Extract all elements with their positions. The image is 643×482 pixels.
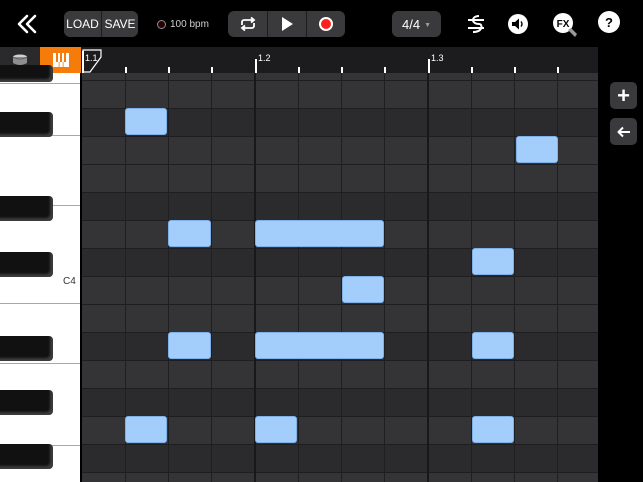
time-signature-button[interactable]: 4/4 ▼ <box>392 11 441 37</box>
note-block[interactable] <box>472 332 514 359</box>
play-button[interactable] <box>267 11 306 37</box>
black-key[interactable] <box>0 112 53 137</box>
grid-row-dark <box>82 388 598 416</box>
grid-hline <box>82 472 598 473</box>
tempo-label: 100 bpm <box>170 18 209 30</box>
note-block[interactable] <box>168 332 211 359</box>
grid-hline <box>82 388 598 389</box>
grid-vline <box>168 73 169 482</box>
volume-button[interactable] <box>505 11 531 37</box>
help-label: ? <box>605 14 613 30</box>
grid-row-dark <box>82 444 598 472</box>
load-button[interactable]: LOAD <box>64 11 101 37</box>
note-block[interactable] <box>472 416 514 443</box>
black-key[interactable] <box>0 390 53 415</box>
double-chevron-left-icon <box>17 14 37 34</box>
tempo-button[interactable]: 100 bpm <box>157 16 209 32</box>
grid-hline <box>82 276 598 277</box>
octave-label: C4 <box>63 276 76 287</box>
note-block[interactable] <box>255 332 384 359</box>
black-key[interactable] <box>0 65 53 82</box>
grid-vline <box>384 73 385 482</box>
black-key[interactable] <box>0 336 53 361</box>
black-key[interactable] <box>0 444 53 469</box>
loop-icon <box>240 16 255 32</box>
record-icon <box>319 17 333 31</box>
grid-hline <box>82 164 598 165</box>
ruler-label: 1.2 <box>258 53 271 63</box>
white-key-divider <box>0 303 80 304</box>
timeline-ruler[interactable]: 1.1 1.2 1.3 <box>81 47 598 73</box>
ruler-label: 1.3 <box>431 53 444 63</box>
top-toolbar: LOAD SAVE 100 bpm 4/4 ▼ FX ? <box>0 0 643 47</box>
grid-bar-line <box>427 73 429 482</box>
collapse-button[interactable] <box>610 118 637 145</box>
mixer-button[interactable] <box>463 11 489 37</box>
grid-vline <box>298 73 299 482</box>
grid-row-dark <box>82 192 598 220</box>
note-block[interactable] <box>255 220 384 247</box>
add-track-button[interactable]: + <box>610 82 637 109</box>
note-block[interactable] <box>125 416 167 443</box>
grid-hline <box>82 192 598 193</box>
right-panel <box>598 47 643 482</box>
grid-hline <box>82 304 598 305</box>
fx-icon: FX <box>553 13 577 37</box>
grid-vline <box>557 73 558 482</box>
ruler-tick <box>428 59 430 73</box>
grid-hline <box>82 360 598 361</box>
fx-label: FX <box>557 19 570 30</box>
note-block[interactable] <box>472 248 514 275</box>
playhead-marker[interactable] <box>82 49 102 73</box>
white-key-divider <box>0 83 80 84</box>
grid-hline <box>82 248 598 249</box>
grid-hline <box>82 80 598 81</box>
play-icon <box>282 17 293 31</box>
save-button[interactable]: SAVE <box>101 11 138 37</box>
piano-roll-grid[interactable] <box>82 73 598 482</box>
sliders-icon <box>468 15 484 33</box>
note-block[interactable] <box>168 220 211 247</box>
record-button[interactable] <box>306 11 345 37</box>
piano-keyboard[interactable]: C4 <box>0 65 81 482</box>
black-key[interactable] <box>0 252 53 277</box>
note-block[interactable] <box>342 276 384 303</box>
back-button[interactable] <box>14 11 40 37</box>
transport-group <box>228 11 345 37</box>
chevron-down-icon: ▼ <box>424 21 431 29</box>
time-signature-label: 4/4 <box>401 16 421 32</box>
white-key-divider <box>0 363 80 364</box>
ruler-tick <box>255 59 257 73</box>
loop-button[interactable] <box>228 11 267 37</box>
piano-keys-icon <box>52 53 69 67</box>
grid-vline <box>211 73 212 482</box>
grid-row-dark <box>82 248 598 276</box>
speaker-icon <box>508 14 528 34</box>
fx-button[interactable]: FX <box>549 10 579 40</box>
grid-vline <box>514 73 515 482</box>
plus-icon: + <box>617 82 630 108</box>
note-block[interactable] <box>255 416 297 443</box>
arrow-left-icon <box>617 126 630 137</box>
help-button[interactable]: ? <box>598 11 620 33</box>
load-save-group: LOAD SAVE <box>64 11 138 37</box>
note-block[interactable] <box>516 136 558 163</box>
note-block[interactable] <box>125 108 167 135</box>
tempo-indicator <box>157 19 166 29</box>
grid-hline <box>82 444 598 445</box>
black-key[interactable] <box>0 196 53 221</box>
